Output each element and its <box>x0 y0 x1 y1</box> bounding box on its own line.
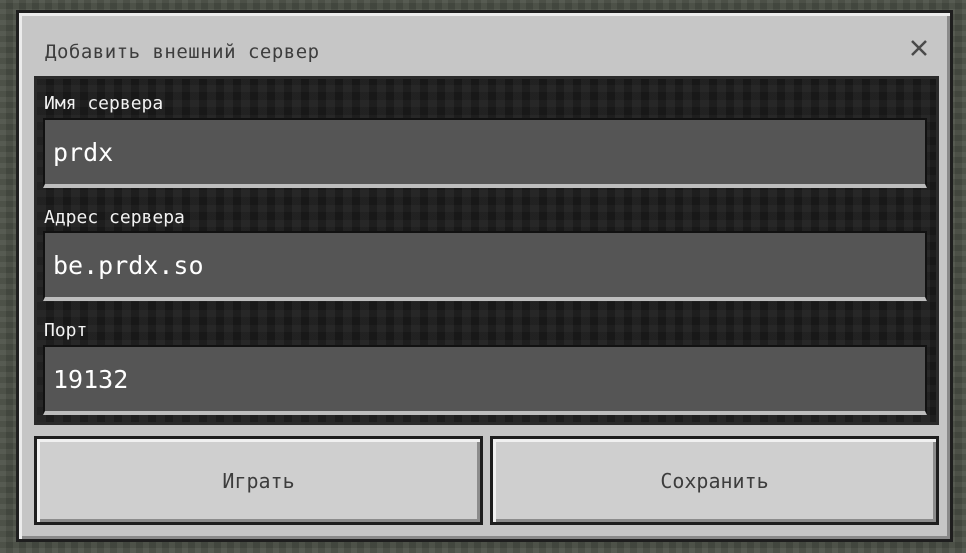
save-button[interactable]: Сохранить <box>490 436 939 525</box>
server-address-label: Адрес сервера <box>44 207 185 228</box>
dialog-title: Добавить внешний сервер <box>45 41 320 63</box>
server-address-input[interactable] <box>43 231 927 301</box>
server-name-label: Имя сервера <box>44 93 164 114</box>
server-name-input[interactable] <box>43 118 927 188</box>
port-input[interactable] <box>43 345 927 415</box>
port-label: Порт <box>44 320 88 341</box>
close-icon[interactable] <box>904 33 934 63</box>
add-server-dialog: Добавить внешний сервер Имя сервера Адре… <box>16 10 953 542</box>
play-button[interactable]: Играть <box>34 436 483 525</box>
server-form: Имя сервера Адрес сервера Порт <box>34 76 939 425</box>
